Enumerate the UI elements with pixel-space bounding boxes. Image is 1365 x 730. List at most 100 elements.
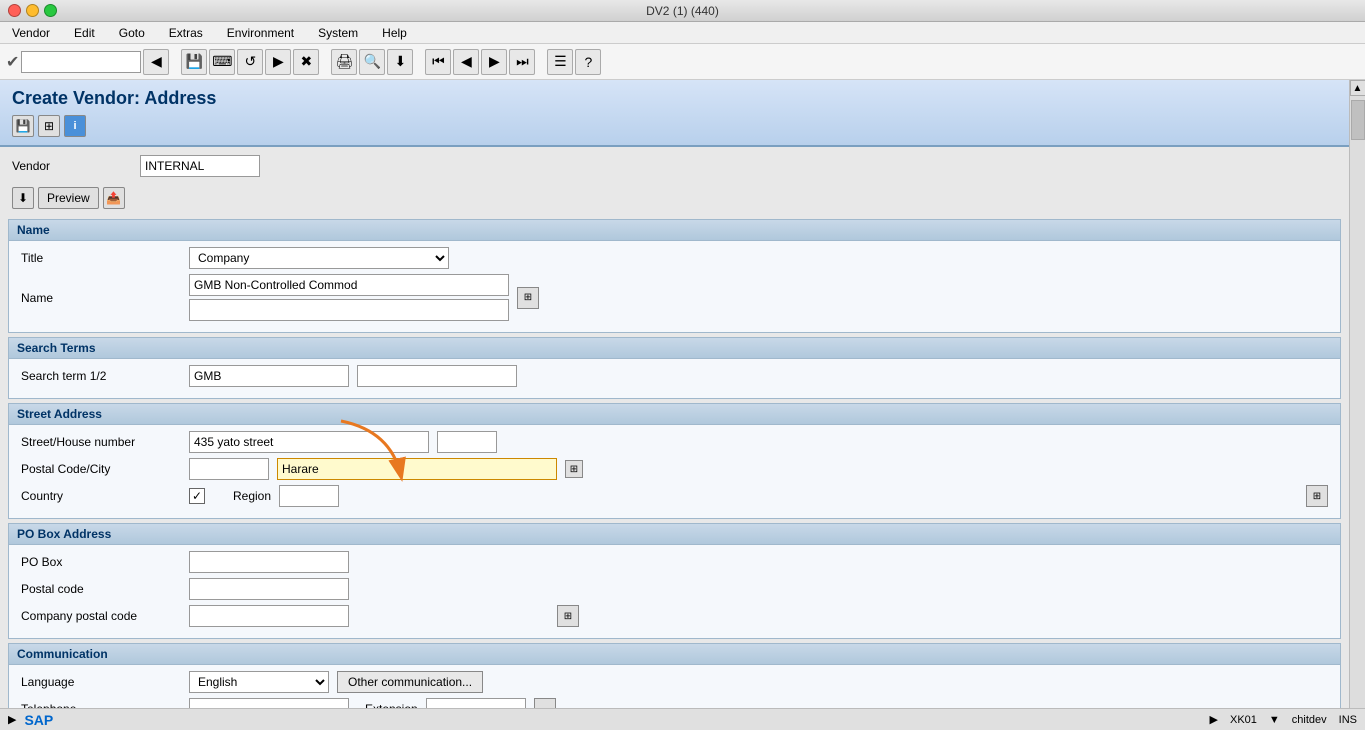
- po-box-section: PO Box Address PO Box Postal code Compan…: [8, 523, 1341, 639]
- telephone-expand-btn[interactable]: →: [534, 698, 556, 708]
- sap-logo: SAP: [24, 712, 53, 728]
- telephone-input[interactable]: [189, 698, 349, 708]
- search-term-row: Search term 1/2: [21, 365, 1328, 387]
- preview-button[interactable]: Preview: [38, 187, 99, 209]
- check-icon: ✔: [6, 52, 19, 72]
- search-terms-header: Search Terms: [9, 338, 1340, 359]
- save-btn[interactable]: 💾: [181, 49, 207, 75]
- telephone-label: Telephone: [21, 702, 181, 708]
- last-btn[interactable]: ⏭: [509, 49, 535, 75]
- refresh-btn[interactable]: ↺: [237, 49, 263, 75]
- po-box-row: PO Box: [21, 551, 1328, 573]
- first-btn[interactable]: ⏮: [425, 49, 451, 75]
- scroll-thumb[interactable]: [1351, 100, 1365, 140]
- region-input[interactable]: [279, 485, 339, 507]
- country-label: Country: [21, 489, 181, 503]
- menu-edit[interactable]: Edit: [70, 24, 99, 42]
- search-term-1-input[interactable]: [189, 365, 349, 387]
- status-right: ▶ XK01 ▼ chitdev INS: [1210, 713, 1357, 726]
- extension-label: Extension: [365, 702, 418, 708]
- name-label: Name: [21, 291, 181, 305]
- print-btn[interactable]: 🖨: [331, 49, 357, 75]
- download-btn[interactable]: ⬇: [12, 187, 34, 209]
- stop-btn[interactable]: ✖: [293, 49, 319, 75]
- street-address-content: Street/House number Postal Code/City ⊞ C…: [9, 425, 1340, 518]
- find-next-btn[interactable]: ⬇: [387, 49, 413, 75]
- command-input[interactable]: [21, 51, 141, 73]
- postal-code-row: Postal code: [21, 578, 1328, 600]
- extension-input[interactable]: [426, 698, 526, 708]
- menu-bar: Vendor Edit Goto Extras Environment Syst…: [0, 22, 1365, 44]
- street-address-header: Street Address: [9, 404, 1340, 425]
- page-layout-btn[interactable]: ⊞: [38, 115, 60, 137]
- name-row: Name ⊞: [21, 274, 1328, 321]
- vendor-row: Vendor: [0, 147, 1349, 185]
- menu-system[interactable]: System: [314, 24, 362, 42]
- communication-section: Communication Language English Other com…: [8, 643, 1341, 708]
- name-expand-btn[interactable]: ⊞: [517, 287, 539, 309]
- menu-goto[interactable]: Goto: [115, 24, 149, 42]
- street-input[interactable]: [189, 431, 429, 453]
- city-input[interactable]: [277, 458, 557, 480]
- maximize-button[interactable]: [44, 4, 57, 17]
- company-postal-input[interactable]: [189, 605, 349, 627]
- po-box-label: PO Box: [21, 555, 181, 569]
- house-number-input[interactable]: [437, 431, 497, 453]
- find-btn[interactable]: 🔍: [359, 49, 385, 75]
- communication-content: Language English Other communication... …: [9, 665, 1340, 708]
- other-communication-button[interactable]: Other communication...: [337, 671, 483, 693]
- send-btn[interactable]: 📤: [103, 187, 125, 209]
- company-postal-row: Company postal code ⊞: [21, 605, 1328, 627]
- title-label: Title: [21, 251, 181, 265]
- country-checkbox[interactable]: ✓: [189, 488, 205, 504]
- vendor-input[interactable]: [140, 155, 260, 177]
- menu-environment[interactable]: Environment: [223, 24, 298, 42]
- po-box-input[interactable]: [189, 551, 349, 573]
- content-area: Create Vendor: Address 💾 ⊞ i Vendor ⬇ Pr…: [0, 80, 1349, 708]
- language-select[interactable]: English: [189, 671, 329, 693]
- search-terms-section: Search Terms Search term 1/2: [8, 337, 1341, 399]
- status-nav-indicator: ▶: [8, 713, 16, 726]
- menu-vendor[interactable]: Vendor: [8, 24, 54, 42]
- street-label: Street/House number: [21, 435, 181, 449]
- close-button[interactable]: [8, 4, 21, 17]
- next-btn[interactable]: ▶: [481, 49, 507, 75]
- menu-help[interactable]: Help: [378, 24, 411, 42]
- postal-code-input[interactable]: [189, 458, 269, 480]
- window-controls[interactable]: [8, 4, 57, 17]
- title-bar: DV2 (1) (440): [0, 0, 1365, 22]
- execute-btn[interactable]: ▶: [265, 49, 291, 75]
- name-input-2[interactable]: [189, 299, 509, 321]
- insert-mode: INS: [1339, 714, 1357, 726]
- page-toolbar: 💾 ⊞ i: [12, 115, 1337, 137]
- page-title: Create Vendor: Address: [12, 88, 1337, 109]
- name-section: Name Title Company Name ⊞: [8, 219, 1341, 333]
- search-term-2-input[interactable]: [357, 365, 517, 387]
- search-term-label: Search term 1/2: [21, 369, 181, 383]
- country-expand-btn[interactable]: ⊞: [1306, 485, 1328, 507]
- menu-extras[interactable]: Extras: [165, 24, 207, 42]
- prev-btn[interactable]: ◀: [453, 49, 479, 75]
- dropdown-arrow[interactable]: ▼: [1269, 714, 1280, 726]
- page-header: Create Vendor: Address 💾 ⊞ i: [0, 80, 1349, 147]
- back-arrow-btn[interactable]: ◀: [143, 49, 169, 75]
- name-input-1[interactable]: [189, 274, 509, 296]
- title-select[interactable]: Company: [189, 247, 449, 269]
- po-postal-input[interactable]: [189, 578, 349, 600]
- language-label: Language: [21, 675, 181, 689]
- city-expand-btn[interactable]: ⊞: [565, 460, 583, 478]
- scrollbar[interactable]: ▲: [1349, 80, 1365, 708]
- page-save-btn[interactable]: 💾: [12, 115, 34, 137]
- region-label: Region: [233, 489, 271, 503]
- minimize-button[interactable]: [26, 4, 39, 17]
- page-info-btn[interactable]: i: [64, 115, 86, 137]
- scroll-up-arrow[interactable]: ▲: [1350, 80, 1365, 96]
- window-title: DV2 (1) (440): [646, 4, 719, 18]
- search-terms-content: Search term 1/2: [9, 359, 1340, 398]
- help-btn[interactable]: ?: [575, 49, 601, 75]
- shortcut-btn[interactable]: ⌨: [209, 49, 235, 75]
- menu-expand-btn[interactable]: ☰: [547, 49, 573, 75]
- po-box-expand-btn[interactable]: ⊞: [557, 605, 579, 627]
- main-area: Create Vendor: Address 💾 ⊞ i Vendor ⬇ Pr…: [0, 80, 1365, 708]
- po-box-header: PO Box Address: [9, 524, 1340, 545]
